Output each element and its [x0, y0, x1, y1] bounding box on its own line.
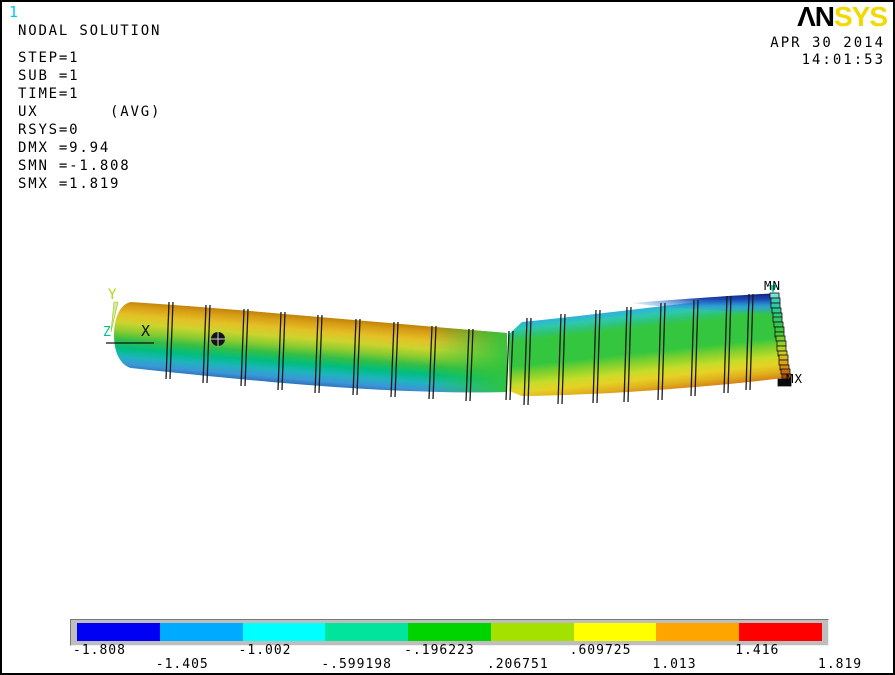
ansys-graphics-window: 1 NODAL SOLUTION STEP=1 SUB =1 TIME=1 UX…	[0, 0, 895, 675]
legend-label: 1.013	[652, 658, 696, 672]
legend-label: -1.002	[239, 644, 292, 658]
legend-label: -.599198	[321, 658, 392, 672]
legend-label: -1.405	[156, 658, 209, 672]
legend-segment	[739, 623, 822, 641]
legend-label: -1.808	[73, 644, 126, 658]
mx-label: MX	[786, 371, 803, 386]
legend-label: 1.819	[818, 658, 862, 672]
legend-segment	[160, 623, 243, 641]
legend-labels: -1.808 -1.002 -.196223 .609725 1.416 -1.405 -.…	[70, 644, 885, 674]
legend-label: 1.416	[735, 644, 779, 658]
legend-segment	[77, 623, 160, 641]
triad-y-label: Y	[108, 287, 117, 303]
model-viewport[interactable]: Y Z X MN MX	[2, 2, 893, 673]
legend-segment	[491, 623, 574, 641]
legend-bar	[77, 623, 822, 641]
legend-segment	[408, 623, 491, 641]
legend-segment	[574, 623, 657, 641]
legend-segment	[243, 623, 326, 641]
legend-colorbar-frame	[70, 619, 829, 646]
legend-label: .609725	[570, 644, 632, 658]
legend-label: -.196223	[404, 644, 475, 658]
legend-segment	[656, 623, 739, 641]
legend-segment	[325, 623, 408, 641]
beam-model[interactable]	[114, 293, 783, 405]
triad-x-label: X	[141, 322, 151, 340]
mn-label: MN	[764, 278, 781, 293]
legend-label: .206751	[487, 658, 549, 672]
triad-z-label: Z	[103, 325, 112, 340]
